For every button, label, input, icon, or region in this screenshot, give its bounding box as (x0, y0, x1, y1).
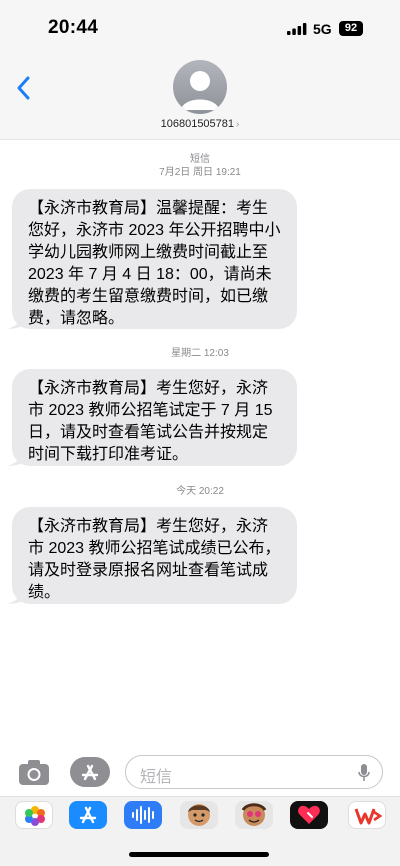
photos-icon[interactable] (15, 801, 53, 829)
network-label: 5G (313, 21, 332, 37)
contact-avatar[interactable] (173, 60, 227, 114)
app-store-icon[interactable] (69, 801, 107, 829)
memoji-icon[interactable] (180, 801, 218, 829)
message-date: 今天 20:22 (176, 486, 224, 497)
conversation-header: 20:44 5G 92 106801505781 › (0, 0, 400, 140)
app-store-button[interactable] (70, 757, 110, 787)
microphone-icon[interactable] (358, 764, 370, 782)
message-bubble[interactable]: 【永济市教育局】温馨提醒：考生您好，永济市 2023 年公开招聘中小学幼儿园教师… (7, 189, 297, 329)
audio-message-icon[interactable] (124, 801, 162, 829)
message-timestamp: 短信 7月2日 周日 19:21 (0, 153, 400, 179)
message-date: 星期二 12:03 (171, 348, 229, 359)
camera-icon[interactable] (18, 758, 50, 786)
contact-name[interactable]: 106801505781 › (0, 118, 400, 130)
back-icon[interactable] (14, 74, 34, 102)
chevron-right-icon: › (236, 119, 240, 130)
message-bubble[interactable]: 【永济市教育局】考生您好，永济市 2023 教师公招笔试定于 7 月 15 日，… (7, 369, 297, 466)
app-store-icon (81, 764, 99, 781)
message-text: 【永济市教育局】温馨提醒：考生您好，永济市 2023 年公开招聘中小学幼儿园教师… (28, 200, 281, 327)
wps-office-icon[interactable] (348, 801, 386, 829)
contact-number: 106801505781 (160, 118, 235, 130)
message-service-label: 短信 (190, 154, 210, 165)
message-text: 【永济市教育局】考生您好，永济市 2023 教师公招笔试定于 7 月 15 日，… (28, 380, 273, 463)
memoji-stickers-icon[interactable] (235, 801, 273, 829)
message-timestamp: 今天 20:22 (0, 485, 400, 498)
status-time: 20:44 (48, 17, 99, 38)
message-date: 7月2日 周日 19:21 (159, 167, 241, 178)
bubble-tail (7, 448, 25, 466)
message-input-placeholder: 短信 (140, 769, 173, 786)
signal-icon (287, 23, 307, 35)
battery-indicator: 92 (339, 21, 363, 36)
status-bar: 20:44 5G 92 (0, 0, 400, 54)
bubble-tail (7, 311, 25, 329)
message-bubble[interactable]: 【永济市教育局】考生您好，永济市 2023 教师公招笔试成绩已公布，请及时登录原… (7, 507, 297, 604)
home-indicator (129, 852, 269, 857)
digital-touch-icon[interactable] (290, 801, 328, 829)
message-timestamp: 星期二 12:03 (0, 347, 400, 360)
bubble-tail (7, 586, 25, 604)
person-icon (181, 71, 219, 110)
message-text: 【永济市教育局】考生您好，永济市 2023 教师公招笔试成绩已公布，请及时登录原… (28, 518, 281, 601)
message-input[interactable]: 短信 (125, 755, 383, 789)
